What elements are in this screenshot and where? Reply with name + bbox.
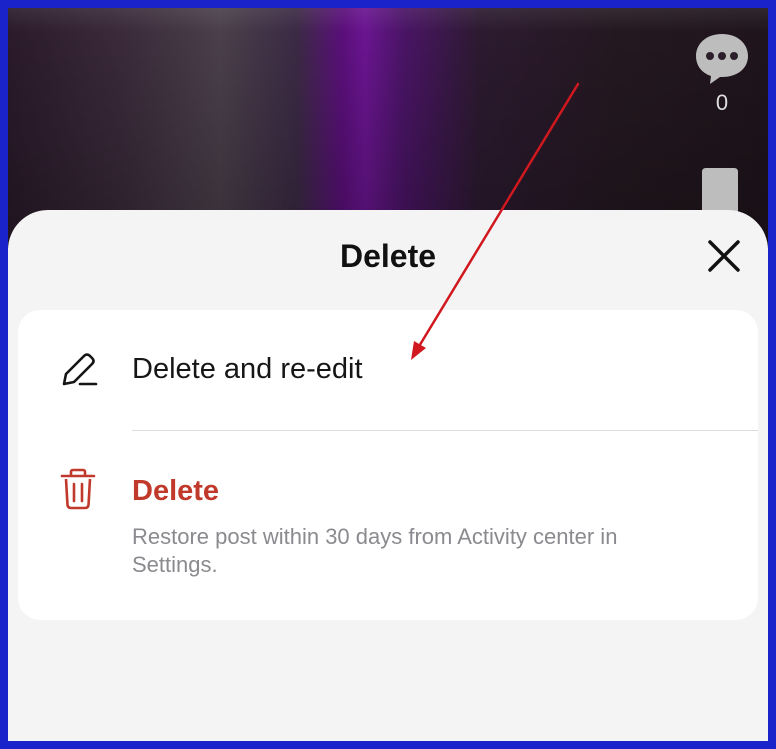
- side-rail: 0: [692, 28, 752, 116]
- delete-bottom-sheet: Delete Delete and re-edit Delete Restore…: [8, 210, 768, 741]
- delete-label: Delete: [132, 475, 220, 507]
- delete-option[interactable]: Delete Restore post within 30 days from …: [18, 431, 758, 620]
- close-icon: [708, 240, 740, 272]
- delete-and-reedit-option[interactable]: Delete and re-edit: [18, 310, 758, 430]
- pencil-icon: [62, 353, 98, 386]
- comment-bubble-icon[interactable]: [692, 28, 752, 88]
- delete-description: Restore post within 30 days from Activit…: [132, 524, 618, 577]
- sheet-title: Delete: [339, 238, 437, 274]
- screen: 0 Delete Delete and re-edit Delete Resto…: [8, 8, 768, 741]
- close-button[interactable]: [704, 236, 744, 276]
- options-card: Delete and re-edit Delete Restore post w…: [18, 310, 758, 620]
- trash-icon: [60, 468, 96, 510]
- delete-and-reedit-label: Delete and re-edit: [132, 353, 363, 385]
- comment-count: 0: [715, 90, 729, 115]
